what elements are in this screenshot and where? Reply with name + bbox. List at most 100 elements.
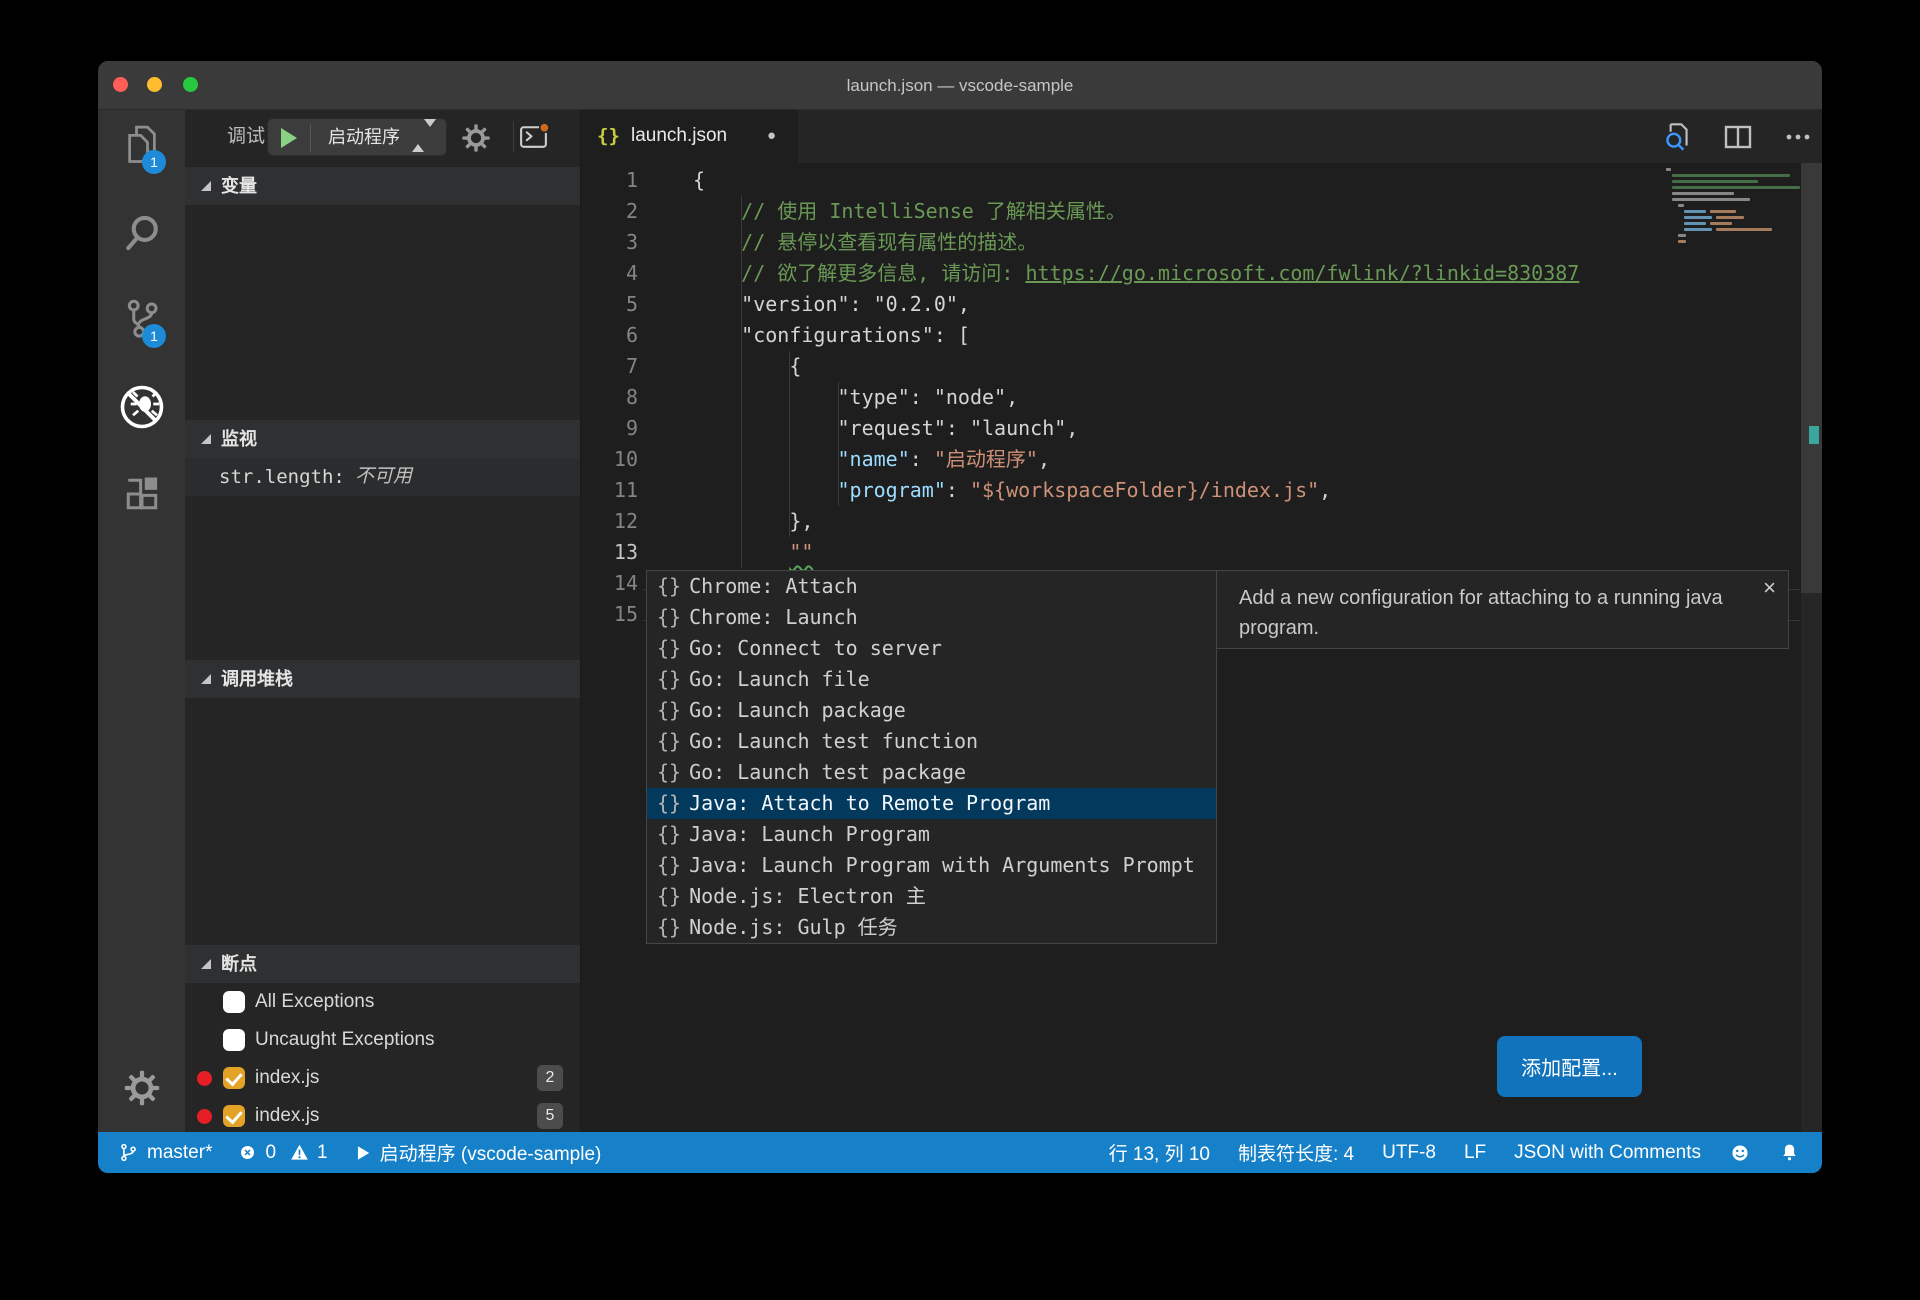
suggest-item[interactable]: {} Go: Launch test function <box>647 726 1216 757</box>
line-content: "name": "启动程序", <box>837 447 1050 471</box>
twistie-icon <box>201 959 211 969</box>
line-content: "type": "node", <box>693 385 1019 409</box>
breakpoint-checkbox[interactable] <box>223 1105 245 1127</box>
suggest-item[interactable]: {} Go: Connect to server <box>647 633 1216 664</box>
breakpoint-dot-icon <box>197 1109 212 1124</box>
language-mode-status[interactable]: JSON with Comments <box>1514 1142 1701 1164</box>
suggest-item-label: Java: Attach to Remote Program <box>689 791 1051 815</box>
code-line[interactable]: 3 // 悬停以查看现有属性的描述。 <box>581 227 1822 258</box>
code-line[interactable]: 10 "name": "启动程序", <box>581 444 1822 475</box>
title-bar[interactable]: launch.json — vscode-sample <box>98 61 1822 110</box>
scrollbar-slider[interactable] <box>1801 163 1822 593</box>
suggest-item[interactable]: {} Go: Launch file <box>647 664 1216 695</box>
breakpoint-row[interactable]: Uncaught Exceptions <box>185 1021 580 1059</box>
breakpoint-row[interactable]: index.js 5 <box>185 1097 580 1132</box>
tab-launch-json[interactable]: {} launch.json ● <box>581 110 798 163</box>
minimap-line <box>1684 228 1712 231</box>
suggest-item-label: Chrome: Attach <box>689 574 858 598</box>
add-configuration-button[interactable]: 添加配置... <box>1497 1036 1642 1097</box>
problems-status[interactable]: 0 1 <box>238 1142 328 1164</box>
variables-section-header[interactable]: 变量 <box>185 167 580 205</box>
debug-console-button[interactable] <box>517 120 550 153</box>
modified-dot-icon[interactable]: ● <box>767 110 776 163</box>
suggest-item[interactable]: {} Chrome: Attach <box>647 571 1216 602</box>
snippet-braces-icon: {} <box>657 915 682 939</box>
breakpoint-checkbox[interactable] <box>223 1067 245 1089</box>
code-line[interactable]: 7 { <box>581 351 1822 382</box>
sidebar-item-search[interactable] <box>98 211 185 255</box>
line-number: 14 <box>613 571 638 595</box>
snippet-braces-icon: {} <box>657 605 682 629</box>
code-line[interactable]: 9 "request": "launch", <box>581 413 1822 444</box>
suggest-item[interactable]: {} Go: Launch test package <box>647 757 1216 788</box>
git-branch-status[interactable]: master* <box>118 1142 212 1164</box>
minimap-line <box>1678 234 1686 237</box>
more-actions-button[interactable] <box>1782 121 1814 153</box>
code-line[interactable]: 6 "configurations": [ <box>581 320 1822 351</box>
line-content: { <box>693 354 802 378</box>
close-icon[interactable]: × <box>1763 575 1776 601</box>
code-line[interactable]: 1{ <box>581 165 1822 196</box>
suggest-item-label: Node.js: Gulp 任务 <box>689 915 898 939</box>
sidebar-item-debug[interactable] <box>98 383 185 431</box>
minimap-line <box>1716 216 1744 219</box>
code-line[interactable]: 2 // 使用 IntelliSense 了解相关属性。 <box>581 196 1822 227</box>
split-editor-icon <box>1724 125 1752 148</box>
configure-launch-button[interactable] <box>461 123 491 153</box>
breakpoint-row[interactable]: All Exceptions <box>185 983 580 1021</box>
suggest-item[interactable]: {} Java: Launch Program <box>647 819 1216 850</box>
feedback-button[interactable] <box>1729 1142 1751 1164</box>
call-stack-section-header[interactable]: 调用堆栈 <box>185 660 580 698</box>
code-line[interactable]: 4 // 欲了解更多信息, 请访问: https://go.microsoft.… <box>581 258 1822 289</box>
snippet-braces-icon: {} <box>657 667 682 691</box>
cursor-position-status[interactable]: 行 13, 列 10 <box>1109 1139 1210 1166</box>
open-changes-button[interactable] <box>1660 120 1694 154</box>
code-line[interactable]: 12 }, <box>581 506 1822 537</box>
notifications-button[interactable] <box>1779 1142 1800 1163</box>
minimap-line <box>1710 222 1732 225</box>
eol-status[interactable]: LF <box>1464 1142 1486 1164</box>
suggest-item[interactable]: {} Java: Launch Program with Arguments Pr… <box>647 850 1216 881</box>
overview-ruler-marker <box>1809 426 1819 444</box>
dropdown-arrows-icon <box>412 119 436 152</box>
breakpoint-row[interactable]: index.js 2 <box>185 1059 580 1097</box>
indent-status[interactable]: 制表符长度: 4 <box>1238 1139 1354 1166</box>
breakpoint-checkbox[interactable] <box>223 991 245 1013</box>
watch-expression-row[interactable]: str.length: 不可用 <box>185 458 580 496</box>
minimap[interactable] <box>1666 163 1801 343</box>
line-number: 6 <box>625 323 638 347</box>
suggest-item[interactable]: {} Go: Launch package <box>647 695 1216 726</box>
watch-section-header[interactable]: 监视 <box>185 420 580 458</box>
suggest-item-label: Node.js: Electron 主 <box>689 884 926 908</box>
suggest-item[interactable]: {} Node.js: Gulp 任务 <box>647 912 1216 943</box>
suggest-item-label: Go: Launch package <box>689 698 906 722</box>
suggest-item[interactable]: {} Chrome: Launch <box>647 602 1216 633</box>
suggest-item[interactable]: {} Node.js: Electron 主 <box>647 881 1216 912</box>
code-line[interactable]: 5 "version": "0.2.0", <box>581 289 1822 320</box>
start-debug-icon[interactable] <box>281 128 297 148</box>
suggest-item[interactable]: {} Java: Attach to Remote Program <box>647 788 1216 819</box>
encoding-status[interactable]: UTF-8 <box>1382 1142 1436 1164</box>
open-changes-icon <box>1666 122 1688 151</box>
debug-console-icon <box>520 122 550 148</box>
watch-expression: str.length: <box>219 466 345 488</box>
breakpoints-section-header[interactable]: 断点 <box>185 945 580 983</box>
breakpoint-checkbox[interactable] <box>223 1029 245 1051</box>
twistie-icon <box>201 434 211 444</box>
split-editor-button[interactable] <box>1722 121 1754 153</box>
line-content: "version": "0.2.0", <box>693 292 970 316</box>
run-config-status[interactable]: 启动程序 (vscode-sample) <box>354 1139 601 1166</box>
debug-config-dropdown[interactable]: 启动程序 <box>267 118 447 156</box>
manage-button[interactable] <box>98 1069 185 1107</box>
code-line[interactable]: 13 "" <box>581 537 1822 568</box>
gear-icon <box>462 124 490 152</box>
minimap-line <box>1684 210 1706 213</box>
code-line[interactable]: 11 "program": "${workspaceFolder}/index.… <box>581 475 1822 506</box>
line-number: 12 <box>613 509 638 533</box>
sidebar-item-extensions[interactable] <box>98 472 185 516</box>
line-number: 2 <box>625 199 638 223</box>
debug-config-selected: 启动程序 <box>328 127 400 147</box>
code-line[interactable]: 8 "type": "node", <box>581 382 1822 413</box>
vscode-window: launch.json — vscode-sample 1 1 调试 启动程序 … <box>98 61 1822 1173</box>
suggest-item-label: Chrome: Launch <box>689 605 858 629</box>
